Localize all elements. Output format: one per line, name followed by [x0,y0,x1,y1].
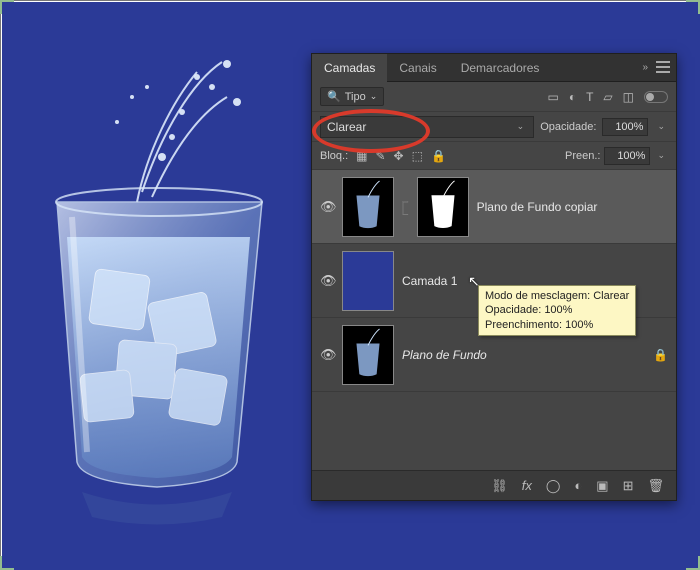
corner-bracket [686,556,700,570]
lock-icon: 🔒 [653,348,668,362]
panel-tab-bar: Camadas Canais Demarcadores » [312,54,676,82]
new-layer-icon[interactable]: ⊞ [623,478,634,494]
corner-bracket [0,556,14,570]
layers-panel-footer: ⛓ fx ◯ ◐ ▣ ⊞ 🗑 [312,470,676,500]
layer-thumbnail[interactable] [342,177,394,237]
add-mask-icon[interactable]: ◯ [546,478,561,494]
lock-pixels-icon[interactable]: ✎ [375,149,385,163]
app-frame: Camadas Canais Demarcadores » 🔍 Tipo ⌄ ▭… [0,0,700,570]
blend-mode-dropdown[interactable]: Clarear ⌄ [320,116,534,138]
canvas-background: Camadas Canais Demarcadores » 🔍 Tipo ⌄ ▭… [2,2,700,570]
lock-transparency-icon[interactable]: ▦ [356,149,367,163]
fill-value[interactable]: 100% [604,147,650,165]
fill-label: Preen.: [565,150,600,162]
layer-fx-icon[interactable]: fx [522,478,532,493]
lock-artboard-icon[interactable]: ⬚ [412,149,423,163]
opacity-value[interactable]: 100% [602,118,648,136]
link-layers-icon[interactable]: ⛓ [491,478,508,494]
filter-shape-icon[interactable]: ▱ [603,90,612,104]
filter-adjust-icon[interactable]: ◐ [569,90,576,104]
chevron-down-icon: ⌄ [514,121,528,132]
visibility-eye-icon[interactable]: 👁 [320,273,334,289]
chevron-down-icon[interactable]: ⌄ [654,150,668,161]
lock-icon-group: ▦ ✎ ✥ ⬚ 🔒 [356,149,446,163]
tooltip-line: Opacidade: 100% [485,303,629,317]
corner-bracket [686,0,700,14]
visibility-eye-icon[interactable]: 👁 [320,347,334,363]
blend-mode-value: Clarear [327,120,366,134]
layer-mask-thumbnail[interactable] [417,177,469,237]
layer-row[interactable]: 👁 𓉘 Plano de Fundo copiar [312,170,676,244]
delete-layer-icon[interactable]: 🗑 [647,478,664,494]
lock-all-icon[interactable]: 🔒 [431,149,446,163]
layer-filter-row: 🔍 Tipo ⌄ ▭ ◐ T ▱ ◫ [312,82,676,112]
canvas-image [22,42,297,532]
tab-layers[interactable]: Camadas [312,54,387,82]
layer-thumbnail[interactable] [342,251,394,311]
chevron-down-icon[interactable]: ⌄ [654,121,668,132]
opacity-label: Opacidade: [540,121,596,133]
filter-kind-label: Tipo [345,91,366,103]
link-mask-icon[interactable]: 𓉘 [402,197,409,216]
layer-group-icon[interactable]: ▣ [596,478,608,494]
tooltip-line: Modo de mesclagem: Clarear [485,289,629,303]
filter-smart-icon[interactable]: ◫ [623,90,634,104]
filter-pixel-icon[interactable]: ▭ [547,90,558,104]
lock-label: Bloq.: [320,150,348,162]
collapse-icon[interactable]: » [642,62,648,73]
panel-menu-icon[interactable] [656,61,670,73]
layer-name-label[interactable]: Plano de Fundo copiar [477,200,668,214]
lock-fill-row: Bloq.: ▦ ✎ ✥ ⬚ 🔒 Preen.: 100% ⌄ [312,142,676,170]
blend-opacity-row: Clarear ⌄ Opacidade: 100% ⌄ [312,112,676,142]
filter-type-icons: ▭ ◐ T ▱ ◫ [547,90,668,104]
adjustment-layer-icon[interactable]: ◐ [574,478,582,493]
tooltip: Modo de mesclagem: Clarear Opacidade: 10… [478,285,636,336]
layers-panel: Camadas Canais Demarcadores » 🔍 Tipo ⌄ ▭… [311,53,677,501]
lock-position-icon[interactable]: ✥ [394,149,404,163]
corner-bracket [0,0,14,14]
tab-paths[interactable]: Demarcadores [449,54,552,82]
tab-channels[interactable]: Canais [387,54,448,82]
chevron-down-icon: ⌄ [370,91,378,102]
search-icon: 🔍 [327,90,341,103]
tooltip-line: Preenchimento: 100% [485,318,629,332]
layer-name-label[interactable]: Plano de Fundo [402,348,645,362]
filter-toggle[interactable] [644,91,668,103]
layer-thumbnail[interactable] [342,325,394,385]
filter-type-icon[interactable]: T [586,90,593,104]
visibility-eye-icon[interactable]: 👁 [320,199,334,215]
filter-kind-dropdown[interactable]: 🔍 Tipo ⌄ [320,87,384,106]
